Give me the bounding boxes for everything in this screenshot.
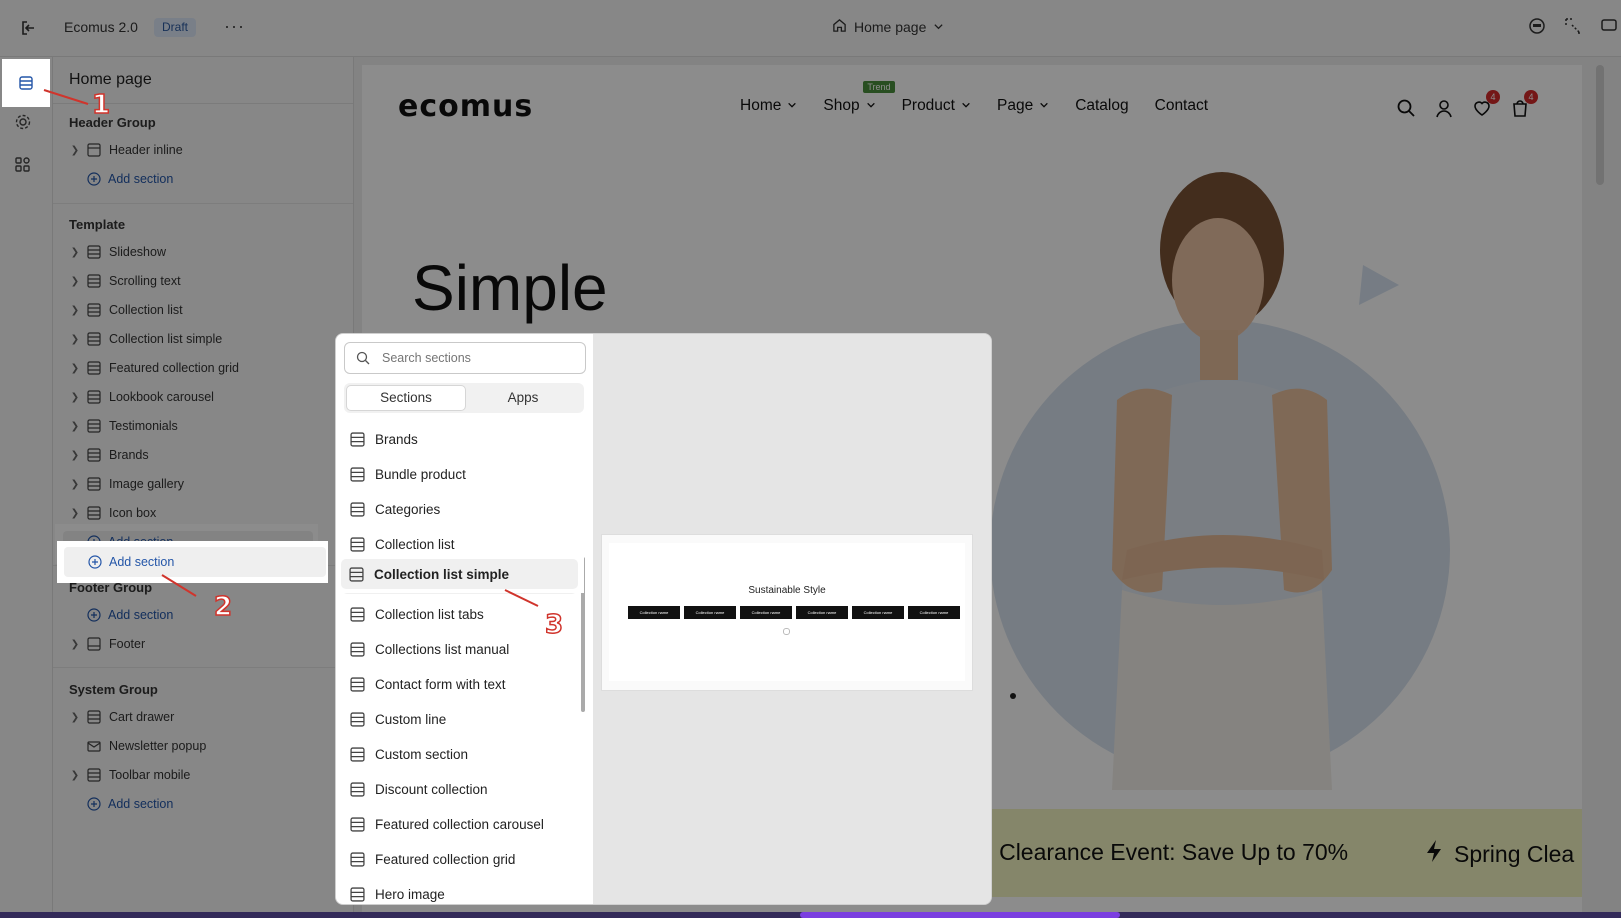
annotation-1: 1 xyxy=(91,89,111,121)
annotation-3: 3 xyxy=(544,609,564,641)
annotation-2: 2 xyxy=(213,591,233,623)
bottom-pill xyxy=(800,912,1120,918)
annotation-arrows xyxy=(43,89,539,607)
